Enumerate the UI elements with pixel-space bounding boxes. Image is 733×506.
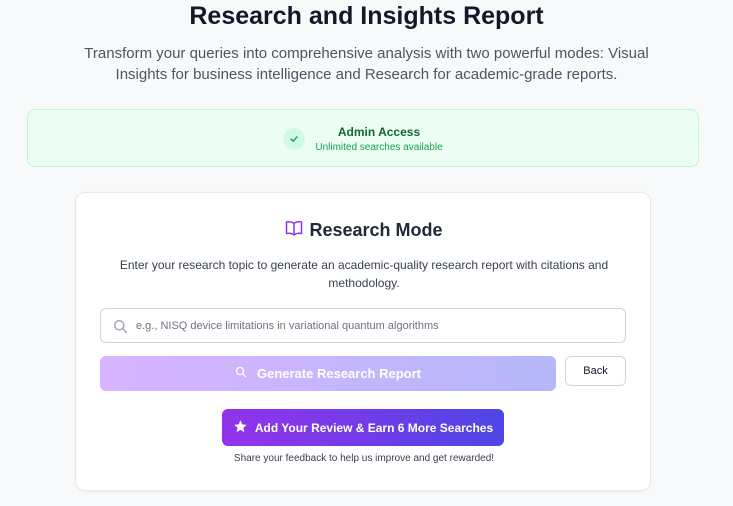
admin-access-subtitle: Unlimited searches available [315, 142, 443, 153]
page: Research and Insights Report Transform y… [0, 0, 733, 506]
review-note: Share your feedback to help us improve a… [233, 453, 495, 464]
star-icon [233, 419, 248, 437]
page-title: Research and Insights Report [189, 2, 544, 30]
admin-access-banner: Admin Access Unlimited searches availabl… [27, 109, 699, 167]
page-subtitle: Transform your queries into comprehensiv… [84, 45, 649, 83]
review-button-label: Add Your Review & Earn 6 More Searches [254, 420, 494, 435]
research-mode-card: Research Mode Enter your research topic … [75, 192, 651, 491]
back-button[interactable]: Back [565, 356, 626, 386]
research-mode-title: Research Mode [309, 219, 443, 240]
generate-button-label: Generate Research Report [256, 366, 421, 381]
research-mode-description: Enter your research topic to generate an… [119, 258, 609, 290]
add-review-button[interactable]: Add Your Review & Earn 6 More Searches [222, 409, 504, 446]
search-icon [235, 366, 247, 381]
research-topic-input[interactable] [136, 309, 616, 342]
generate-research-report-button[interactable]: Generate Research Report [100, 356, 556, 391]
research-mode-header: Research Mode [76, 219, 652, 241]
admin-access-title: Admin Access [337, 125, 421, 139]
check-icon [283, 128, 305, 150]
research-search-field[interactable] [100, 308, 626, 343]
book-open-icon [285, 220, 303, 241]
search-icon [114, 320, 128, 334]
